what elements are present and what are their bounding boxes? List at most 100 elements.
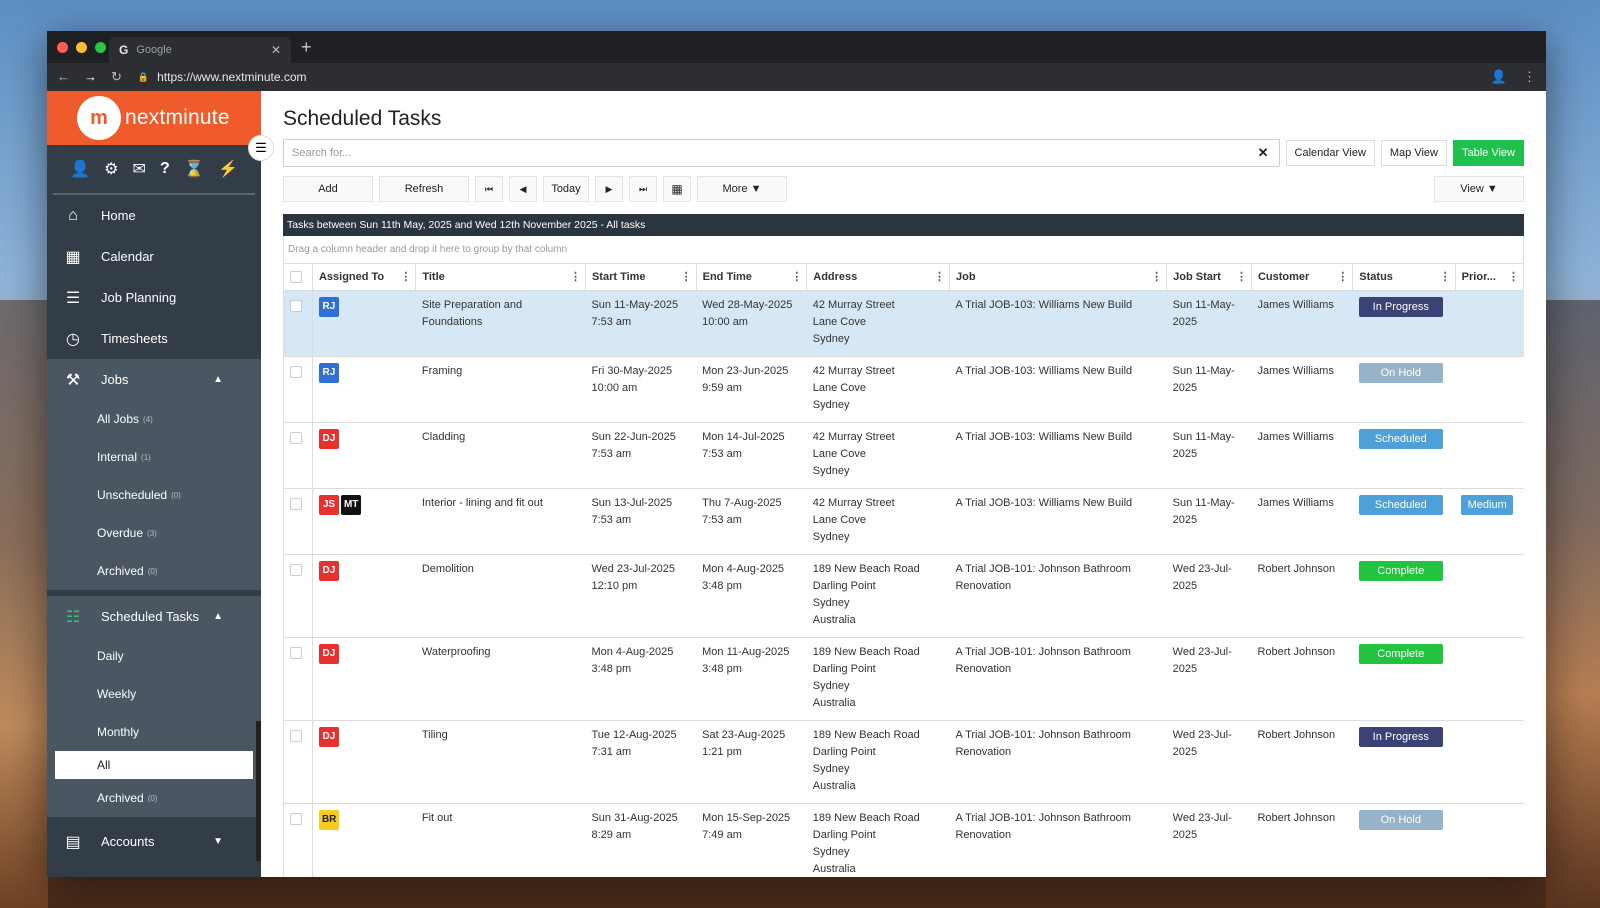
column-menu-icon[interactable]: ⋮: [400, 270, 411, 283]
assignee-avatar[interactable]: JS: [318, 494, 339, 515]
column-menu-icon[interactable]: ⋮: [1440, 270, 1451, 283]
next-button[interactable]: ▶: [595, 176, 623, 202]
sidebar-item-all[interactable]: All: [55, 751, 253, 779]
clear-search-icon[interactable]: ✕: [1258, 145, 1269, 161]
sidebar-item-accounts[interactable]: ▤ Accounts ▼: [47, 821, 261, 862]
row-checkbox[interactable]: [283, 422, 313, 489]
sidebar-item-overdue[interactable]: Overdue (3): [47, 514, 261, 552]
date-picker-button[interactable]: ▦: [663, 176, 691, 202]
column-header[interactable]: Job ⋮: [948, 264, 1167, 291]
close-window-button[interactable]: [57, 42, 68, 53]
assignee-avatar[interactable]: RJ: [318, 296, 339, 317]
refresh-button[interactable]: Refresh: [379, 176, 469, 202]
sidebar-item-calendar[interactable]: ▦ Calendar: [47, 236, 261, 277]
row-checkbox[interactable]: [283, 290, 313, 357]
close-tab-icon[interactable]: ✕: [271, 43, 281, 57]
url-field[interactable]: https://www.nextminute.com: [157, 70, 306, 84]
assignee-avatar[interactable]: MT: [340, 494, 362, 515]
column-header[interactable]: Status ⋮: [1352, 264, 1456, 291]
column-menu-icon[interactable]: ⋮: [681, 270, 692, 283]
new-tab-icon[interactable]: +: [301, 37, 312, 58]
sidebar-item-jobs[interactable]: ⚒ Jobs ▲: [47, 359, 261, 400]
back-icon[interactable]: ←: [57, 69, 70, 85]
sidebar-item-internal[interactable]: Internal (1): [47, 438, 261, 476]
sidebar-item-archived-jobs[interactable]: Archived (0): [47, 552, 261, 590]
minimize-window-button[interactable]: [76, 42, 87, 53]
help-icon[interactable]: ?: [160, 160, 170, 178]
column-header[interactable]: Address ⋮: [806, 264, 950, 291]
last-page-button[interactable]: ⏭: [629, 176, 657, 202]
more-dropdown[interactable]: More ▼: [697, 176, 787, 202]
assignee-avatar[interactable]: DJ: [318, 560, 339, 581]
forward-icon[interactable]: →: [84, 69, 97, 85]
column-menu-icon[interactable]: ⋮: [570, 270, 581, 283]
column-header[interactable]: Title ⋮: [415, 264, 586, 291]
column-menu-icon[interactable]: ⋮: [934, 270, 945, 283]
row-checkbox[interactable]: [283, 554, 313, 638]
row-checkbox[interactable]: [283, 720, 313, 804]
sidebar-item-timesheets[interactable]: ◷ Timesheets: [47, 318, 261, 359]
table-row[interactable]: BR Fit out Sun 31-Aug-2025 8:29 am Mon 15-Se…: [283, 803, 1524, 877]
map-view-button[interactable]: Map View: [1380, 140, 1447, 166]
sidebar-item-archived-tasks[interactable]: Archived (0): [47, 779, 261, 817]
row-checkbox[interactable]: [283, 356, 313, 423]
column-menu-icon[interactable]: ⋮: [1508, 270, 1519, 283]
assignee-avatar[interactable]: RJ: [318, 362, 339, 383]
browser-tab[interactable]: G Google ✕: [109, 37, 291, 63]
column-header[interactable]: Prior... ⋮: [1454, 264, 1525, 291]
hourglass-icon[interactable]: ⌛: [184, 159, 204, 179]
sidebar-item-home[interactable]: ⌂ Home: [47, 195, 261, 236]
column-header[interactable]: End Time ⋮: [695, 264, 807, 291]
logo[interactable]: m nextminute: [47, 91, 261, 145]
assignee-avatar[interactable]: BR: [318, 809, 340, 830]
table-row[interactable]: DJ Demolition Wed 23-Jul-2025 12:10 pm Mon 4…: [283, 554, 1524, 638]
first-page-button[interactable]: ⏮: [475, 176, 503, 202]
row-checkbox[interactable]: [283, 488, 313, 555]
table-row[interactable]: JS MT Interior - lining and fit out Sun 13-…: [283, 488, 1524, 555]
table-row[interactable]: DJ Waterproofing Mon 4-Aug-2025 3:48 pm Mon …: [283, 637, 1524, 721]
table-view-button[interactable]: Table View: [1453, 140, 1524, 166]
assignee-avatar[interactable]: DJ: [318, 428, 339, 449]
sidebar-item-job-planning[interactable]: ☰ Job Planning: [47, 277, 261, 318]
sidebar-item-daily[interactable]: Daily: [47, 637, 261, 675]
table-row[interactable]: DJ Cladding Sun 22-Jun-2025 7:53 am Mon 14-J…: [283, 422, 1524, 489]
sidebar-item-weekly[interactable]: Weekly: [47, 675, 261, 713]
mail-icon[interactable]: ✉: [133, 159, 146, 179]
add-button[interactable]: Add: [283, 176, 373, 202]
lightning-icon[interactable]: ⚡: [218, 159, 238, 179]
sidebar-toggle-button[interactable]: ☰: [248, 135, 274, 161]
previous-button[interactable]: ◀: [509, 176, 537, 202]
assignee-avatar[interactable]: DJ: [318, 643, 339, 664]
assignee-avatar[interactable]: DJ: [318, 726, 339, 747]
row-checkbox[interactable]: [283, 637, 313, 721]
table-row[interactable]: RJ Site Preparation and Foundations Sun 11…: [283, 290, 1524, 357]
group-drop-zone[interactable]: Drag a column header and drop it here to…: [283, 236, 1524, 264]
view-dropdown[interactable]: View ▼: [1434, 176, 1524, 202]
column-menu-icon[interactable]: ⋮: [1236, 270, 1247, 283]
maximize-window-button[interactable]: [95, 42, 106, 53]
column-header[interactable]: Start Time ⋮: [584, 264, 697, 291]
sidebar-item-scheduled-tasks[interactable]: ☷ Scheduled Tasks ▲: [47, 596, 261, 637]
column-header[interactable]: Assigned To ⋮: [311, 264, 416, 291]
table-row[interactable]: RJ Framing Fri 30-May-2025 10:00 am Mon 23-J…: [283, 356, 1524, 423]
reload-icon[interactable]: ↻: [111, 69, 122, 85]
today-button[interactable]: Today: [543, 176, 589, 202]
assigned-cell: RJ: [312, 356, 416, 423]
column-menu-icon[interactable]: ⋮: [791, 270, 802, 283]
user-icon[interactable]: 👤: [70, 159, 90, 179]
sidebar-item-monthly[interactable]: Monthly: [47, 713, 261, 751]
row-checkbox[interactable]: [283, 803, 313, 877]
column-menu-icon[interactable]: ⋮: [1151, 270, 1162, 283]
select-all-checkbox[interactable]: [283, 264, 313, 291]
browser-menu-icon[interactable]: ⋮: [1523, 69, 1536, 85]
profile-icon[interactable]: 👤: [1491, 69, 1507, 85]
calendar-view-button[interactable]: Calendar View: [1285, 140, 1375, 166]
column-menu-icon[interactable]: ⋮: [1337, 270, 1348, 283]
gear-icon[interactable]: ⚙: [104, 159, 118, 179]
search-input[interactable]: Search for... ✕: [283, 139, 1280, 167]
column-header[interactable]: Customer ⋮: [1250, 264, 1353, 291]
sidebar-item-all-jobs[interactable]: All Jobs (4): [47, 400, 261, 438]
column-header[interactable]: Job Start ⋮: [1166, 264, 1252, 291]
sidebar-item-unscheduled[interactable]: Unscheduled (0): [47, 476, 261, 514]
table-row[interactable]: DJ Tiling Tue 12-Aug-2025 7:31 am Sat 23-Aug…: [283, 720, 1524, 804]
